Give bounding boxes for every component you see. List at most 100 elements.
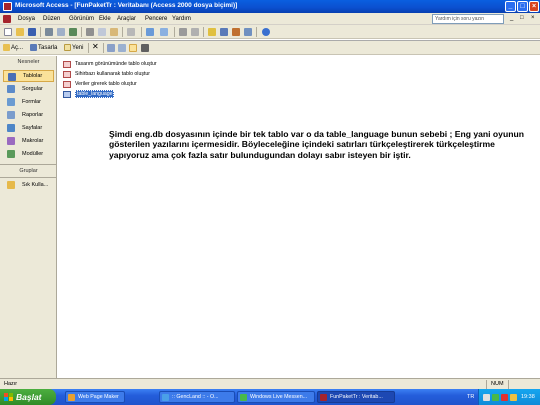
database-window-icon[interactable] [244,28,252,36]
clock[interactable]: 19:38 [521,394,535,400]
sidebar-item-modules[interactable]: Modüller [3,148,54,160]
taskbar-item-label: Windows Live Messen... [250,394,308,400]
language-indicator[interactable]: TR [467,394,474,400]
sidebar-item-pages[interactable]: Sayfalar [3,122,54,134]
open-icon [3,44,10,51]
taskbar-item-access[interactable]: FunPaketTr : Veritab... [317,391,395,403]
script-icon[interactable] [191,28,199,36]
taskbar-item-label: :: GencLand :: - O... [172,394,219,400]
design-button[interactable]: Tasarla [30,44,57,51]
taskbar-item-messenger[interactable]: Windows Live Messen... [237,391,315,403]
menu-yardim[interactable]: Yardım [172,16,191,22]
open-button[interactable]: Aç... [3,44,23,51]
list-item[interactable]: Sihirbazı kullanarak tablo oluştur [62,70,150,79]
details-view-icon[interactable] [141,44,149,52]
print-preview-icon[interactable] [57,28,65,36]
document-control-icon[interactable] [3,15,11,23]
menu-ekle[interactable]: Ekle [99,16,111,22]
access-app-icon[interactable] [3,2,12,11]
maximize-button[interactable]: □ [517,1,528,12]
list-view-icon[interactable] [129,44,137,52]
open-label: Aç... [11,44,24,51]
sidebar-item-label: Makrolar [22,138,44,144]
sidebar-item-favorites[interactable]: Sık Kulla... [3,179,54,191]
sidebar-item-label: Sorgular [22,86,43,92]
module-icon [7,150,15,158]
menu-pencere[interactable]: Pencere [145,16,167,22]
wizard-icon [63,71,71,78]
mdi-close-button[interactable]: × [531,15,535,21]
report-icon [7,111,15,119]
paste-icon[interactable] [110,28,118,36]
list-item[interactable]: Veriler girerek tablo oluştur [62,80,137,89]
taskbar-item-webpagemaker[interactable]: Web Page Maker [65,391,125,403]
relationships-icon[interactable] [220,28,228,36]
sidebar-item-macros[interactable]: Makrolar [3,135,54,147]
spelling-icon[interactable] [69,28,77,36]
print-icon[interactable] [45,28,53,36]
list-item-label: Tasarım görünümünde tablo oluştur [75,61,157,67]
volume-icon[interactable] [510,394,517,401]
delete-icon[interactable]: ✕ [92,42,99,51]
overlay-message: Şimdi eng.db dosyasının içinde bir tek t… [109,129,524,160]
taskbar-item-label: Web Page Maker [78,394,119,400]
list-item-table-language[interactable]: table_language [62,90,115,99]
macro-icon [7,137,15,145]
new-file-icon[interactable] [4,28,12,36]
sidebar-item-label: Modüller [22,151,44,157]
new-object-icon[interactable] [232,28,240,36]
save-icon[interactable] [28,28,36,36]
sidebar-item-queries[interactable]: Sorgular [3,83,54,95]
page-icon [7,124,15,132]
sidebar-item-tables[interactable]: Tablolar [3,70,54,82]
properties-icon[interactable] [208,28,216,36]
sidebar-item-forms[interactable]: Formlar [3,96,54,108]
wizard-icon [63,81,71,88]
taskbar-item-browser[interactable]: :: GencLand :: - O... [159,391,235,403]
analyze-icon[interactable] [160,28,168,36]
groups-header: Gruplar [19,168,38,174]
list-item-label: Veriler girerek tablo oluştur [75,81,137,87]
database-toolbar: Aç... Tasarla Yeni ✕ [0,41,540,55]
large-icons-icon[interactable] [107,44,115,52]
menu-duzen[interactable]: Düzen [43,16,60,22]
list-item[interactable]: Tasarım görünümünde tablo oluştur [62,60,157,69]
database-window: Aç... Tasarla Yeni ✕ Nesneler Tablolar S… [0,40,540,379]
network-icon[interactable] [483,394,490,401]
table-icon [63,91,71,98]
new-button[interactable]: Yeni [64,44,83,51]
start-label: Başlat [16,392,42,402]
mdi-restore-button[interactable]: □ [520,15,524,21]
messenger-icon [240,394,247,401]
new-label: Yeni [72,44,84,51]
system-tray: TR 19:38 [467,389,540,405]
design-icon [30,44,37,51]
antivirus-icon[interactable] [501,394,508,401]
open-folder-icon[interactable] [16,28,24,36]
small-icons-icon[interactable] [118,44,126,52]
list-item-label: Sihirbazı kullanarak tablo oluştur [75,71,150,77]
messenger-tray-icon[interactable] [492,394,499,401]
close-button[interactable]: × [529,1,539,12]
table-icon [8,73,16,81]
help-search-input[interactable]: Yardım için soru yazın [432,14,504,24]
help-icon[interactable] [262,28,270,36]
undo-icon[interactable] [127,28,135,36]
copy-icon[interactable] [98,28,106,36]
start-button[interactable]: Başlat [0,389,56,405]
office-links-icon[interactable] [146,28,154,36]
object-sidebar: Nesneler Tablolar Sorgular Formlar Rapor… [0,56,57,379]
menu-araclar[interactable]: Araçlar [117,16,136,22]
access-icon [320,394,327,401]
mdi-minimize-button[interactable]: _ [510,15,513,21]
browser-icon [162,394,169,401]
menu-dosya[interactable]: Dosya [18,16,35,22]
sidebar-item-reports[interactable]: Raporlar [3,109,54,121]
sidebar-item-label: Formlar [22,99,41,105]
code-icon[interactable] [179,28,187,36]
menu-gorunum[interactable]: Görünüm [69,16,94,22]
design-label: Tasarla [38,44,58,51]
new-object-small-icon [64,44,71,51]
cut-icon[interactable] [86,28,94,36]
minimize-button[interactable]: _ [505,1,516,12]
